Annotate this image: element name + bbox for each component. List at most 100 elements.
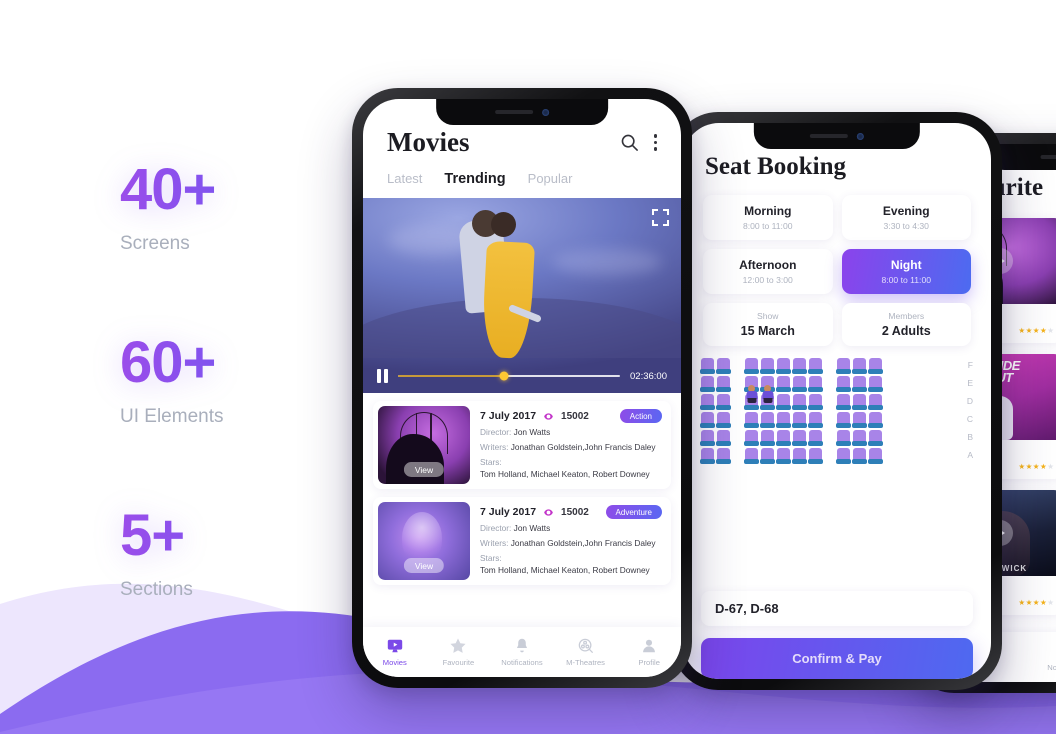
- seat[interactable]: [760, 430, 775, 446]
- seat[interactable]: [716, 448, 731, 464]
- seat[interactable]: [760, 358, 775, 374]
- seat[interactable]: [744, 412, 759, 428]
- seat[interactable]: [868, 358, 883, 374]
- seat[interactable]: [868, 394, 883, 410]
- expand-icon[interactable]: [652, 209, 669, 226]
- seat[interactable]: [792, 394, 807, 410]
- slot-morning[interactable]: Morning 8:00 to 11:00: [703, 195, 833, 240]
- seat-group: [744, 448, 823, 464]
- seat[interactable]: [836, 358, 851, 374]
- seat[interactable]: [716, 412, 731, 428]
- nav-item-notifications[interactable]: Notifications: [490, 637, 554, 667]
- seat[interactable]: [776, 394, 791, 410]
- seat-row-label: F: [967, 359, 973, 370]
- writers-value: Jonathan Goldstein,John Francis Daley: [510, 442, 656, 453]
- show-date-field[interactable]: Show 15 March: [703, 303, 833, 346]
- seat[interactable]: [760, 448, 775, 464]
- nav-item-favourite[interactable]: Favourite: [427, 637, 491, 667]
- seat[interactable]: [852, 448, 867, 464]
- seat[interactable]: [700, 394, 715, 410]
- seat[interactable]: [700, 430, 715, 446]
- seat[interactable]: [744, 430, 759, 446]
- seat[interactable]: [808, 394, 823, 410]
- stats-panel: 40+ Screens 60+ UI Elements 5+ Sections: [120, 159, 350, 679]
- seat[interactable]: [716, 376, 731, 392]
- couple-art: [457, 209, 542, 374]
- slot-time: 3:30 to 4:30: [883, 221, 929, 231]
- nav-item-m-theatres[interactable]: M-Theatres: [554, 637, 618, 667]
- genre-badge[interactable]: Adventure: [605, 505, 662, 519]
- seat[interactable]: [868, 376, 883, 392]
- nav-item-profile[interactable]: Profile: [617, 637, 681, 667]
- seat[interactable]: [836, 376, 851, 392]
- view-button[interactable]: View: [403, 558, 445, 573]
- phone-notch: [753, 123, 921, 149]
- pause-icon[interactable]: [377, 369, 388, 383]
- slot-night[interactable]: Night 8:00 to 11:00: [841, 249, 971, 294]
- movie-list: View 7 July 2017 15002 Action Director: …: [363, 393, 681, 585]
- seat[interactable]: [744, 358, 759, 374]
- progress-bar[interactable]: [397, 371, 621, 381]
- seat[interactable]: [836, 394, 851, 410]
- seat[interactable]: [808, 412, 823, 428]
- confirm-and-pay-button[interactable]: Confirm & Pay: [701, 638, 973, 679]
- seat[interactable]: [744, 385, 759, 410]
- seat[interactable]: [760, 385, 775, 410]
- movie-thumbnail: View: [378, 406, 470, 484]
- seat[interactable]: [852, 394, 867, 410]
- more-vertical-icon[interactable]: [653, 134, 657, 151]
- seat[interactable]: [700, 448, 715, 464]
- writers-label: Writers:: [480, 538, 509, 549]
- slot-name: Night: [890, 258, 922, 272]
- seat[interactable]: [868, 448, 883, 464]
- seat[interactable]: [792, 448, 807, 464]
- seat-map[interactable]: FEDCBA: [683, 346, 991, 585]
- seat[interactable]: [836, 448, 851, 464]
- seat[interactable]: [716, 394, 731, 410]
- seat[interactable]: [808, 448, 823, 464]
- seat[interactable]: [776, 412, 791, 428]
- seat[interactable]: [808, 376, 823, 392]
- nav-item-movies[interactable]: Movies: [363, 637, 427, 667]
- movie-list-item[interactable]: View 7 July 2017 15002 Action Director: …: [373, 401, 671, 489]
- seat[interactable]: [808, 430, 823, 446]
- seat[interactable]: [836, 412, 851, 428]
- seat[interactable]: [808, 358, 823, 374]
- seat[interactable]: [760, 412, 775, 428]
- seat[interactable]: [776, 448, 791, 464]
- slot-afternoon[interactable]: Afternoon 12:00 to 3:00: [703, 249, 833, 294]
- seat[interactable]: [852, 430, 867, 446]
- seat[interactable]: [868, 430, 883, 446]
- movie-list-item[interactable]: View 7 July 2017 15002 Adventure Directo…: [373, 497, 671, 585]
- video-player[interactable]: 02:36:00: [363, 198, 681, 393]
- seat[interactable]: [776, 358, 791, 374]
- seat[interactable]: [792, 358, 807, 374]
- seat[interactable]: [852, 358, 867, 374]
- seat[interactable]: [792, 412, 807, 428]
- tab-latest[interactable]: Latest: [387, 171, 422, 187]
- seat[interactable]: [852, 412, 867, 428]
- tab-trending[interactable]: Trending: [444, 171, 505, 187]
- seat[interactable]: [792, 376, 807, 392]
- seat[interactable]: [700, 376, 715, 392]
- progress-handle[interactable]: [499, 371, 509, 381]
- seat[interactable]: [836, 430, 851, 446]
- slot-evening[interactable]: Evening 3:30 to 4:30: [841, 195, 971, 240]
- seat[interactable]: [716, 430, 731, 446]
- seat[interactable]: [792, 430, 807, 446]
- search-icon[interactable]: [620, 133, 639, 152]
- seat[interactable]: [852, 376, 867, 392]
- nav-item-notifications[interactable]: Notifications: [1038, 642, 1056, 672]
- seat[interactable]: [868, 412, 883, 428]
- seat[interactable]: [700, 358, 715, 374]
- seat[interactable]: [776, 430, 791, 446]
- view-button[interactable]: View: [403, 462, 445, 477]
- seat[interactable]: [716, 358, 731, 374]
- movies-icon: [387, 639, 402, 653]
- tab-popular[interactable]: Popular: [528, 171, 573, 187]
- genre-badge[interactable]: Action: [619, 409, 662, 423]
- members-field[interactable]: Members 2 Adults: [841, 303, 971, 346]
- seat[interactable]: [744, 448, 759, 464]
- seat[interactable]: [776, 376, 791, 392]
- seat[interactable]: [700, 412, 715, 428]
